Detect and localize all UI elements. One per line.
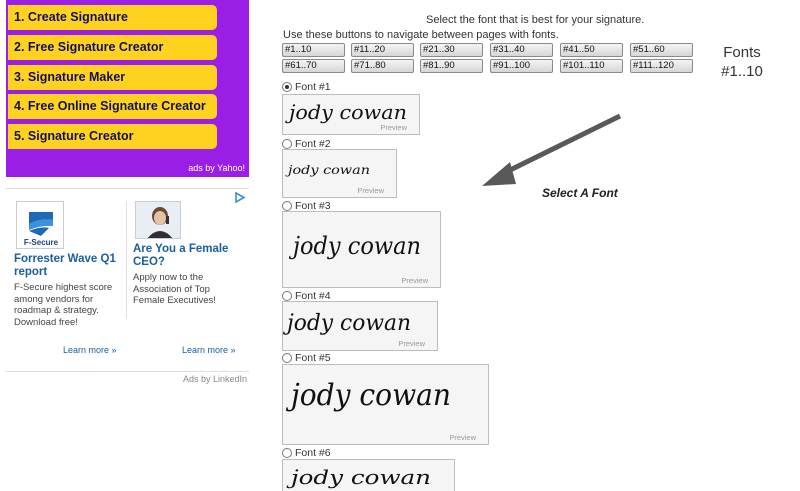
learn-more-link[interactable]: Learn more » bbox=[63, 345, 117, 355]
font-2-radio[interactable] bbox=[282, 139, 292, 149]
preview-tag: Preview bbox=[401, 276, 428, 285]
page-button-101-110[interactable]: #101..110 bbox=[560, 59, 623, 73]
signature-preview-text: jody cowan bbox=[288, 232, 421, 260]
signature-preview-text: jody cowan bbox=[285, 378, 451, 413]
signature-preview-text: jody cowan bbox=[283, 311, 411, 336]
divider bbox=[6, 371, 249, 372]
linkedin-ads-credit[interactable]: Ads by LinkedIn bbox=[183, 374, 247, 384]
signature-preview-text: jody cowan bbox=[286, 465, 431, 489]
font-4-radio[interactable] bbox=[282, 291, 292, 301]
font-6-preview[interactable]: jody cowan bbox=[282, 459, 455, 491]
page-button-31-40[interactable]: #31..40 bbox=[490, 43, 553, 57]
fonts-range-heading: Fonts #1..10 bbox=[712, 43, 772, 81]
page-button-71-80[interactable]: #71..80 bbox=[351, 59, 414, 73]
yahoo-ads-credit[interactable]: ads by Yahoo! bbox=[188, 163, 245, 173]
fonts-range-value: #1..10 bbox=[721, 63, 763, 80]
ad-link-signature-creator[interactable]: 5. Signature Creator bbox=[8, 124, 217, 149]
preview-tag: Preview bbox=[380, 123, 407, 132]
font-3-radio[interactable] bbox=[282, 201, 292, 211]
page-button-21-30[interactable]: #21..30 bbox=[420, 43, 483, 57]
ad-link-free-online-signature-creator[interactable]: 4. Free Online Signature Creator bbox=[8, 94, 217, 119]
fsecure-logo-text: F-Secure bbox=[23, 238, 59, 247]
ad-body: F-Secure highest score among vendors for… bbox=[14, 282, 113, 328]
select-font-annotation: Select A Font bbox=[542, 186, 618, 200]
font-5-label: Font #5 bbox=[295, 352, 331, 364]
page-button-91-100[interactable]: #91..100 bbox=[490, 59, 553, 73]
font-4-preview[interactable]: jody cowan Preview bbox=[282, 301, 438, 351]
preview-tag: Preview bbox=[449, 433, 476, 442]
font-5-radio[interactable] bbox=[282, 353, 292, 363]
font-1-preview[interactable]: jody cowan Preview bbox=[282, 94, 420, 135]
pointer-arrow-icon bbox=[482, 113, 622, 186]
font-3-preview[interactable]: jody cowan Preview bbox=[282, 211, 441, 288]
preview-tag: Preview bbox=[398, 339, 425, 348]
navigation-hint: Use these buttons to navigate between pa… bbox=[283, 29, 559, 41]
ad-divider bbox=[126, 201, 127, 319]
signature-preview-text: jody cowan bbox=[284, 163, 370, 177]
ad-link-signature-maker[interactable]: 3. Signature Maker bbox=[8, 65, 217, 90]
preview-tag: Preview bbox=[357, 186, 384, 195]
font-5-preview[interactable]: jody cowan Preview bbox=[282, 364, 489, 445]
ad-link-free-signature-creator[interactable]: 2. Free Signature Creator bbox=[8, 35, 217, 60]
font-6-label: Font #6 bbox=[295, 447, 331, 459]
learn-more-link[interactable]: Learn more » bbox=[182, 345, 236, 355]
ceo-photo bbox=[135, 201, 181, 239]
yahoo-ads-panel: 1. Create Signature 2. Free Signature Cr… bbox=[6, 0, 249, 177]
page-button-51-60[interactable]: #51..60 bbox=[630, 43, 693, 57]
linkedin-ads: F-Secure Forrester Wave Q1 report F-Secu… bbox=[6, 185, 249, 385]
font-1-label: Font #1 bbox=[295, 81, 331, 93]
instruction-text: Select the font that is best for your si… bbox=[426, 14, 645, 26]
fonts-range-title: Fonts bbox=[723, 44, 761, 61]
ad-fsecure[interactable]: F-Secure Forrester Wave Q1 report F-Secu… bbox=[14, 201, 122, 328]
page-button-11-20[interactable]: #11..20 bbox=[351, 43, 414, 57]
font-1-radio[interactable] bbox=[282, 82, 292, 92]
page-button-81-90[interactable]: #81..90 bbox=[420, 59, 483, 73]
page-button-111-120[interactable]: #111..120 bbox=[630, 59, 693, 73]
page-button-1-10[interactable]: #1..10 bbox=[282, 43, 345, 57]
page-button-61-70[interactable]: #61..70 bbox=[282, 59, 345, 73]
ad-title[interactable]: Forrester Wave Q1 report bbox=[14, 253, 122, 279]
font-2-preview[interactable]: jody cowan Preview bbox=[282, 149, 397, 198]
ad-body: Apply now to the Association of Top Fema… bbox=[133, 272, 216, 306]
signature-preview-text: jody cowan bbox=[285, 100, 407, 124]
page-button-41-50[interactable]: #41..50 bbox=[560, 43, 623, 57]
font-6-radio[interactable] bbox=[282, 448, 292, 458]
ad-link-create-signature[interactable]: 1. Create Signature bbox=[8, 5, 217, 30]
fsecure-logo: F-Secure bbox=[16, 201, 64, 249]
ad-title[interactable]: Are You a Female CEO? bbox=[133, 243, 241, 269]
divider bbox=[6, 188, 249, 189]
ad-female-ceo[interactable]: Are You a Female CEO? Apply now to the A… bbox=[133, 201, 241, 307]
